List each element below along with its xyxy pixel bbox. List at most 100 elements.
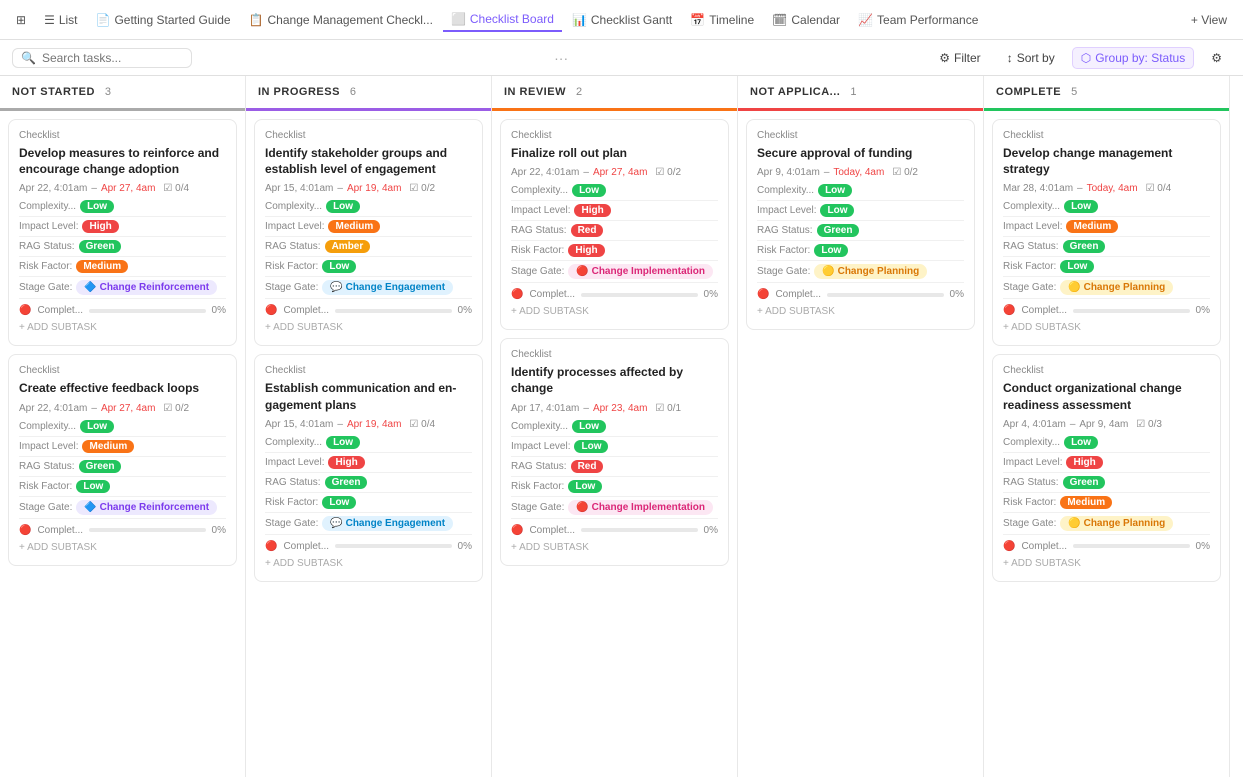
table-row[interactable]: Checklist Finalize roll out plan Apr 22,… <box>500 119 729 330</box>
progress-pct: 0% <box>458 541 472 552</box>
table-row[interactable]: Checklist Identify processes affected by… <box>500 338 729 565</box>
date-end: Apr 9, 4am <box>1079 419 1128 430</box>
impact-badge: Medium <box>1066 220 1118 233</box>
progress-row: 🔴 Complet... 0% <box>1003 541 1210 552</box>
nav-checklist-gantt[interactable]: 📊 Checklist Gantt <box>564 9 680 31</box>
column-count: 6 <box>350 86 356 98</box>
checklist-count: ☑ 0/4 <box>409 419 435 430</box>
stage-gate-badge: 🟡 Change Planning <box>1060 280 1173 295</box>
progress-label: Complet... <box>529 525 575 536</box>
table-row[interactable]: Checklist Establish communication and en… <box>254 354 483 581</box>
add-subtask-button[interactable]: + ADD SUBTASK <box>511 540 718 555</box>
nav-calendar[interactable]: 🗓 Calendar <box>764 9 848 31</box>
card-type: Checklist <box>1003 130 1210 141</box>
progress-row: 🔴 Complet... 0% <box>757 289 964 300</box>
table-row[interactable]: Checklist Develop measures to reinforce … <box>8 119 237 346</box>
card-title: Secure approval of funding <box>757 145 964 161</box>
add-view-button[interactable]: + View <box>1183 9 1235 31</box>
progress-icon: 🔴 <box>1003 305 1015 316</box>
table-row[interactable]: Checklist Identify stakeholder groups an… <box>254 119 483 346</box>
column-title: IN REVIEW <box>504 86 566 98</box>
risk-row: Risk Factor: Low <box>1003 260 1210 277</box>
table-row[interactable]: Checklist Create effective feedback loop… <box>8 354 237 565</box>
table-row[interactable]: Checklist Develop change management stra… <box>992 119 1221 346</box>
nav-change-checklist[interactable]: 📋 Change Management Checkl... <box>241 9 441 31</box>
table-row[interactable]: Checklist Secure approval of funding Apr… <box>746 119 975 330</box>
impact-row: Impact Level: Medium <box>19 440 226 457</box>
impact-badge: High <box>328 456 364 469</box>
group-by-button[interactable]: ⬡ Group by: Status <box>1072 47 1195 69</box>
search-box[interactable]: 🔍 <box>12 48 192 68</box>
card-dates: Apr 15, 4:01am – Apr 19, 4am ☑ 0/2 <box>265 183 472 194</box>
impact-row: Impact Level: Low <box>757 204 964 221</box>
add-subtask-button[interactable]: + ADD SUBTASK <box>1003 320 1210 335</box>
rag-badge: Green <box>817 224 860 237</box>
nav-timeline[interactable]: 📅 Timeline <box>682 9 762 31</box>
risk-badge: Low <box>814 244 848 257</box>
progress-pct: 0% <box>1196 305 1210 316</box>
add-subtask-button[interactable]: + ADD SUBTASK <box>1003 556 1210 571</box>
complexity-row: Complexity... Low <box>1003 200 1210 217</box>
nav-list[interactable]: ☰ List <box>36 9 85 31</box>
checklist-count: ☑ 0/2 <box>163 403 189 414</box>
column-header-complete: COMPLETE 5 <box>984 76 1229 111</box>
add-subtask-button[interactable]: + ADD SUBTASK <box>265 556 472 571</box>
filter-button[interactable]: ⚙ Filter <box>930 47 989 69</box>
column-title: IN PROGRESS <box>258 86 340 98</box>
nav-sidebar-toggle[interactable]: ⊞ <box>8 9 34 31</box>
risk-badge: Low <box>76 480 110 493</box>
risk-row: Risk Factor: Medium <box>19 260 226 277</box>
add-subtask-button[interactable]: + ADD SUBTASK <box>757 304 964 319</box>
complexity-row: Complexity... Low <box>1003 436 1210 453</box>
rag-row: RAG Status: Red <box>511 460 718 477</box>
progress-pct: 0% <box>704 289 718 300</box>
rag-badge: Red <box>571 460 604 473</box>
sidebar-icon: ⊞ <box>16 13 26 27</box>
progress-label: Complet... <box>775 289 821 300</box>
doc-icon: 📄 <box>96 13 111 27</box>
stage-gate-badge: 💬 Change Engagement <box>322 516 453 531</box>
settings-button[interactable]: ⚙ <box>1202 47 1231 69</box>
more-options-button[interactable]: ··· <box>554 50 568 66</box>
column-complete: COMPLETE 5 Checklist Develop change mana… <box>984 76 1230 777</box>
progress-row: 🔴 Complet... 0% <box>511 289 718 300</box>
board-icon: ⬜ <box>451 12 466 26</box>
sort-by-button[interactable]: ↕ Sort by <box>998 47 1064 69</box>
stage-row: Stage Gate: 🔷 Change Reinforcement <box>19 500 226 519</box>
progress-bar <box>581 528 698 532</box>
card-meta: Complexity... Low Impact Level: High RAG… <box>511 184 718 283</box>
date-overdue: Apr 23, 4am <box>593 403 647 414</box>
table-row[interactable]: Checklist Conduct organizational change … <box>992 354 1221 581</box>
add-subtask-button[interactable]: + ADD SUBTASK <box>19 320 226 335</box>
nav-getting-started-label: Getting Started Guide <box>114 13 230 27</box>
date-overdue: Apr 19, 4am <box>347 183 401 194</box>
progress-label: Complet... <box>283 541 329 552</box>
add-subtask-button[interactable]: + ADD SUBTASK <box>511 304 718 319</box>
nav-team-performance[interactable]: 📈 Team Performance <box>850 9 986 31</box>
progress-bar <box>335 544 452 548</box>
card-meta: Complexity... Low Impact Level: High RAG… <box>19 200 226 299</box>
progress-bar <box>1073 544 1190 548</box>
progress-label: Complet... <box>37 305 83 316</box>
progress-icon: 🔴 <box>265 305 277 316</box>
progress-pct: 0% <box>1196 541 1210 552</box>
progress-bar <box>827 293 944 297</box>
add-subtask-button[interactable]: + ADD SUBTASK <box>19 540 226 555</box>
column-body-complete: Checklist Develop change management stra… <box>984 111 1229 777</box>
search-input[interactable] <box>42 51 172 65</box>
stage-row: Stage Gate: 💬 Change Engagement <box>265 280 472 299</box>
risk-row: Risk Factor: Low <box>757 244 964 261</box>
card-dates: Apr 22, 4:01am – Apr 27, 4am ☑ 0/2 <box>511 167 718 178</box>
add-subtask-button[interactable]: + ADD SUBTASK <box>265 320 472 335</box>
progress-row: 🔴 Complet... 0% <box>511 525 718 536</box>
checklist-count: ☑ 0/4 <box>163 183 189 194</box>
nav-checklist-board[interactable]: ⬜ Checklist Board <box>443 8 562 32</box>
card-title: Create effective feedback loops <box>19 380 226 396</box>
nav-checklist-board-label: Checklist Board <box>470 12 554 26</box>
nav-change-checklist-label: Change Management Checkl... <box>268 13 433 27</box>
nav-getting-started[interactable]: 📄 Getting Started Guide <box>88 9 239 31</box>
complexity-badge: Low <box>572 420 606 433</box>
progress-label: Complet... <box>1021 541 1067 552</box>
impact-row: Impact Level: High <box>511 204 718 221</box>
progress-pct: 0% <box>212 525 226 536</box>
